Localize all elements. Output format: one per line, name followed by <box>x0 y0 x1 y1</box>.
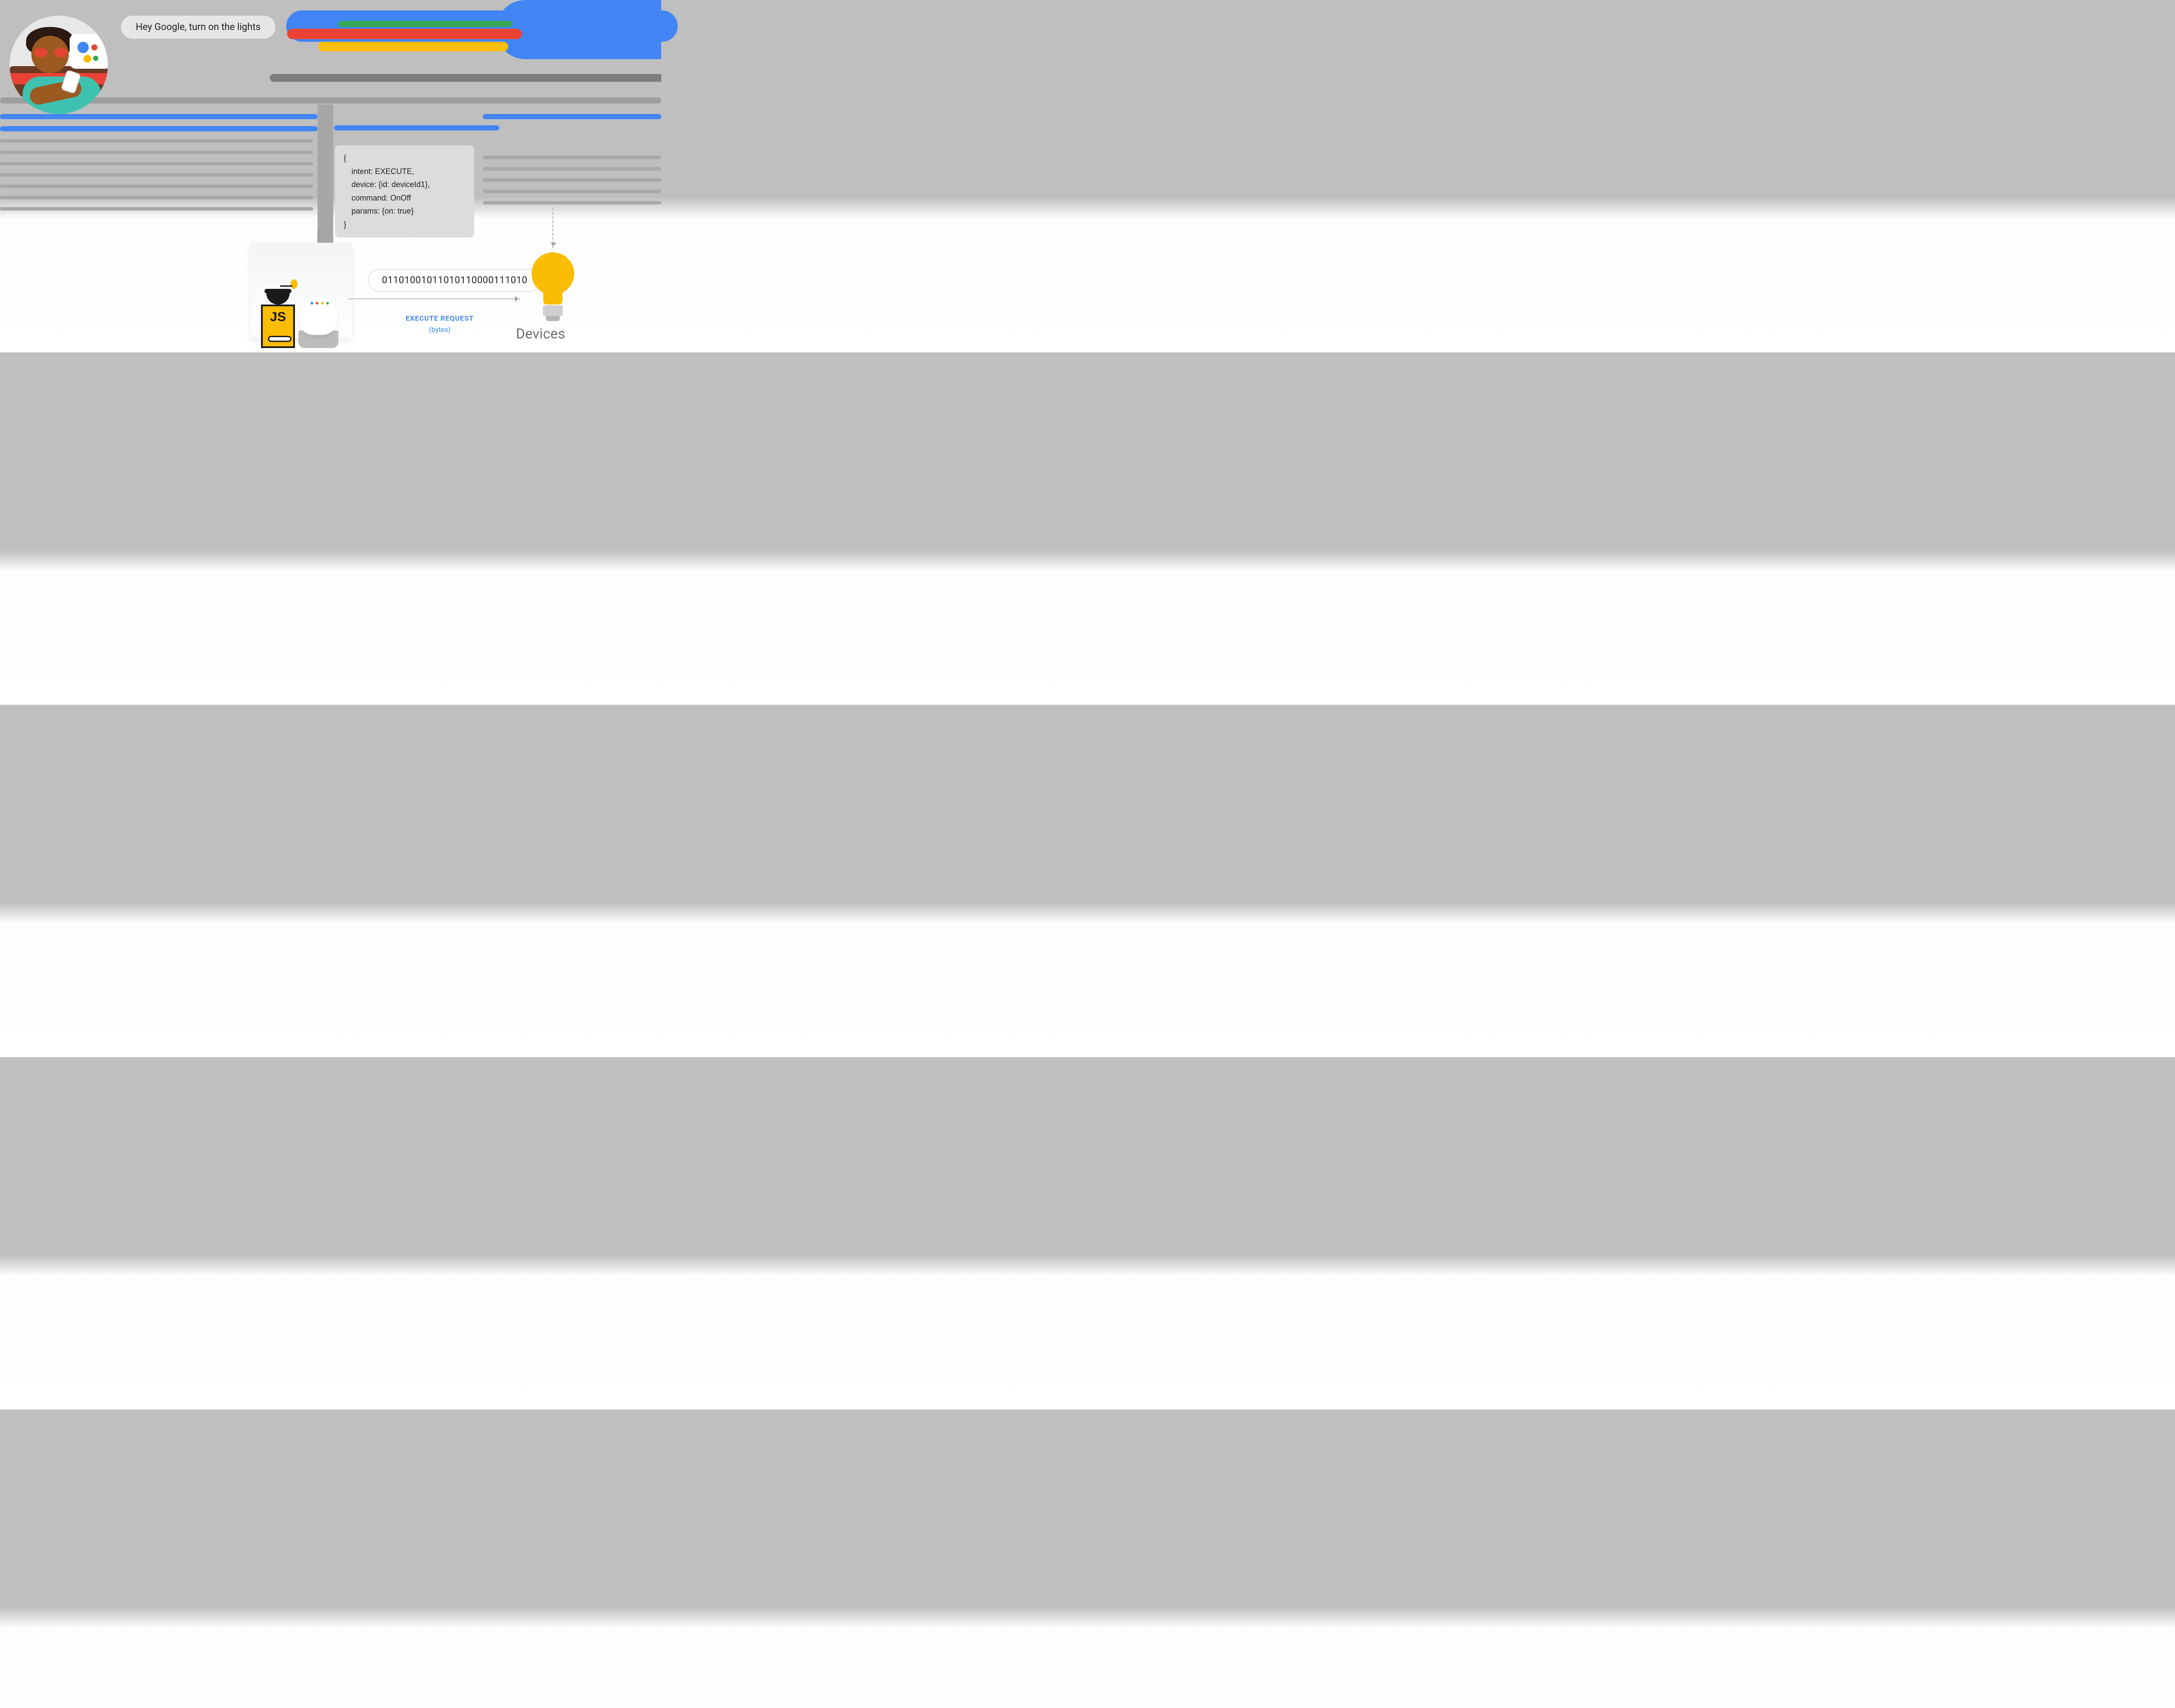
decor-line <box>483 190 661 193</box>
arrow-dashed-down-icon <box>552 208 553 248</box>
devices-label: Devices <box>516 325 565 342</box>
decor-line <box>483 167 661 171</box>
decor-line <box>0 184 313 188</box>
decor-line <box>0 196 313 199</box>
decor-bar-grey-a <box>270 74 487 82</box>
user-speech-text: Hey Google, turn on the lights <box>136 22 261 33</box>
json-line: intent: EXECUTE, <box>344 165 465 178</box>
json-line: command: OnOff <box>344 191 465 205</box>
decor-line <box>0 162 313 165</box>
bytes-payload: 01101001011010110000111010 <box>368 269 541 292</box>
js-grinder-icon: JS <box>261 305 295 348</box>
decor-line <box>0 139 313 143</box>
decor-line <box>483 201 661 204</box>
assistant-logo-icon <box>77 42 89 55</box>
json-line: params: {on: true} <box>344 204 465 218</box>
decor-stripe-blue-l2 <box>0 126 318 131</box>
json-line: { <box>344 151 465 165</box>
intent-json-box: { intent: EXECUTE, device: {id: deviceId… <box>335 145 474 238</box>
assistant-bubble-icon <box>70 34 108 69</box>
json-line: } <box>344 218 465 231</box>
glasses-icon <box>34 48 68 57</box>
decor-stripe-blue-l1 <box>0 114 318 119</box>
decor-stripe-blue-r1 <box>334 125 499 131</box>
arrow-right-icon <box>348 298 520 299</box>
flow-pipe <box>318 104 333 244</box>
decor-line <box>0 207 313 211</box>
execute-request-sublabel: (bytes) <box>368 325 512 334</box>
json-line: device: {id: deviceId1}, <box>344 178 465 191</box>
decor-line <box>483 178 661 182</box>
user-speech-bubble: Hey Google, turn on the lights <box>121 16 275 39</box>
decor-line <box>0 151 313 154</box>
decor-bar-yellow <box>318 42 508 51</box>
decor-bar-red-tip <box>473 29 513 39</box>
execute-request-label: EXECUTE REQUEST <box>368 314 512 322</box>
decor-stripe-blue-r2 <box>483 114 661 119</box>
decor-line <box>0 173 313 177</box>
google-home-speaker-icon <box>298 296 338 348</box>
bytes-text: 01101001011010110000111010 <box>382 275 527 286</box>
decor-bar-grey-b <box>478 74 661 82</box>
user-avatar <box>10 16 108 114</box>
js-label: JS <box>263 310 293 325</box>
decor-bar-green <box>338 21 512 27</box>
lightbulb-icon <box>532 252 574 321</box>
decor-line <box>483 156 661 159</box>
